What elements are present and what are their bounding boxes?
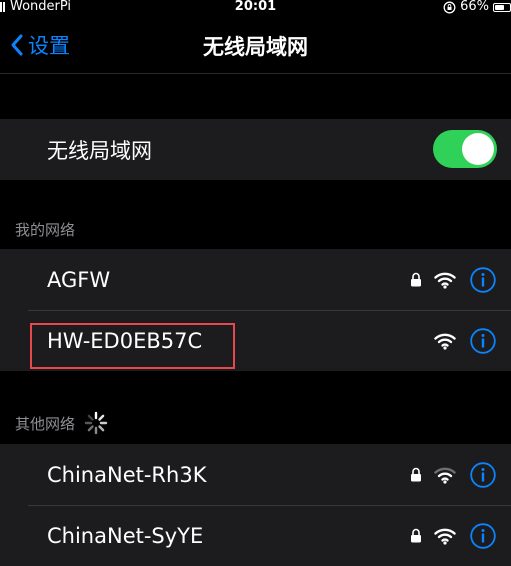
network-name: ChinaNet-Rh3K <box>47 462 207 487</box>
wifi-icon <box>434 467 456 484</box>
highlight-box <box>30 323 235 369</box>
wifi-icon <box>434 272 456 289</box>
wifi-toggle-group: 无线局域网 <box>0 119 511 180</box>
network-name: ChinaNet-SyYE <box>47 523 204 548</box>
network-row-chinanet-syye[interactable]: ChinaNet-SyYE <box>0 505 511 566</box>
network-row-chinanet-rh3k[interactable]: ChinaNet-Rh3K <box>0 444 511 505</box>
lock-icon <box>411 528 421 543</box>
wifi-toggle-switch[interactable] <box>433 130 497 168</box>
info-icon[interactable] <box>470 522 496 549</box>
my-networks-header-label: 我的网络 <box>15 221 76 239</box>
network-row-agfw[interactable]: AGFW <box>0 249 511 310</box>
status-right: 66% <box>443 0 511 14</box>
network-status-icons <box>434 310 496 371</box>
navigation-bar: 设置 无线局域网 <box>0 16 511 74</box>
page-title: 无线局域网 <box>203 35 308 59</box>
info-icon[interactable] <box>470 327 496 354</box>
info-icon[interactable] <box>470 461 496 488</box>
lock-icon <box>411 272 421 287</box>
battery-percent: 66% <box>460 0 489 14</box>
status-bar: WonderPi 20:01 66% <box>0 0 511 16</box>
toggle-knob <box>462 133 494 165</box>
info-icon[interactable] <box>470 266 496 293</box>
wifi-icon <box>434 333 456 350</box>
battery-icon <box>493 2 511 12</box>
wifi-toggle-row: 无线局域网 <box>0 119 511 180</box>
wifi-icon <box>434 528 456 545</box>
network-status-icons <box>410 505 496 566</box>
wifi-toggle-label: 无线局域网 <box>47 138 152 163</box>
network-status-icons <box>410 249 496 310</box>
other-networks-header: 其他网络 <box>15 410 109 436</box>
network-status-icons <box>410 444 496 505</box>
my-networks-header: 我的网络 <box>15 219 75 240</box>
loading-spinner-icon <box>84 411 108 435</box>
battery-fill <box>495 4 504 10</box>
status-time: 20:01 <box>234 0 277 14</box>
orientation-lock-icon <box>443 1 456 13</box>
other-networks-header-label: 其他网络 <box>15 414 76 433</box>
network-name: AGFW <box>47 267 111 292</box>
lock-icon <box>411 467 421 482</box>
other-networks-list: ChinaNet-Rh3K ChinaNet-SyYE <box>0 444 511 566</box>
